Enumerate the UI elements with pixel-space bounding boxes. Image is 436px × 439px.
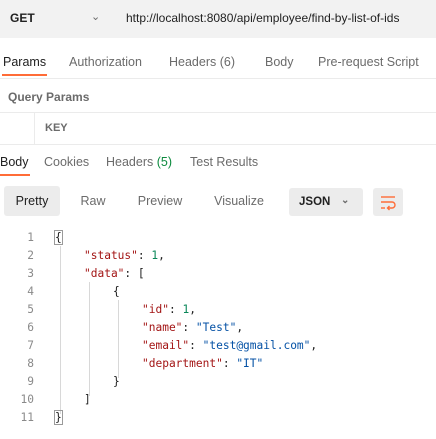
object-open-brace: { (113, 285, 120, 298)
json-key: "department" (142, 357, 223, 370)
column-divider (34, 112, 35, 144)
object-close-brace: } (113, 375, 120, 388)
chevron-down-icon: ⌄ (341, 195, 350, 206)
method-select[interactable]: GET (10, 11, 35, 25)
view-raw-button[interactable]: Raw (70, 186, 116, 216)
json-key: "id" (142, 303, 169, 316)
tab-authorization[interactable]: Authorization (69, 55, 142, 69)
tab-test-results[interactable]: Test Results (190, 155, 258, 169)
line-number: 5 (27, 303, 34, 316)
view-visualize-button[interactable]: Visualize (206, 186, 272, 216)
line-number: 9 (27, 375, 34, 388)
indent-guide (60, 246, 61, 414)
array-close-bracket: ] (84, 393, 91, 406)
format-select[interactable]: JSON ⌄ (289, 188, 363, 216)
tab-cookies[interactable]: Cookies (44, 155, 89, 169)
line-number: 4 (27, 285, 34, 298)
view-pretty-button[interactable]: Pretty (4, 186, 60, 216)
view-preview-button[interactable]: Preview (130, 186, 190, 216)
json-string: "IT" (236, 357, 264, 370)
chevron-down-icon[interactable]: ⌄ (91, 10, 100, 23)
line-number: 1 (27, 231, 34, 244)
active-tab-underline (2, 74, 47, 76)
json-key: "data" (84, 267, 125, 280)
line-number: 3 (27, 267, 34, 280)
url-input[interactable]: http://localhost:8080/api/employee/find-… (126, 11, 399, 25)
tab-headers[interactable]: Headers (6) (169, 55, 235, 69)
tab-response-body[interactable]: Body (0, 155, 29, 169)
wrap-lines-icon (381, 196, 396, 211)
tab-response-headers[interactable]: Headers (5) (106, 155, 172, 169)
json-key: "email" (142, 339, 190, 352)
line-number: 10 (20, 393, 34, 406)
headers-label: Headers (106, 155, 154, 169)
headers-count: (5) (156, 155, 173, 169)
active-tab-underline (0, 174, 30, 176)
line-number: 6 (27, 321, 34, 334)
tab-pre-request-script[interactable]: Pre-request Script (318, 55, 419, 69)
wrap-lines-button[interactable] (373, 188, 403, 216)
divider (0, 78, 436, 79)
json-line-data: "data": [ (84, 267, 145, 280)
close-brace: } (54, 410, 63, 425)
json-key: "name" (142, 321, 183, 334)
query-params-title: Query Params (8, 90, 90, 104)
tab-params[interactable]: Params (3, 55, 46, 69)
json-string: "test@gmail.com" (202, 339, 311, 352)
line-number: 11 (20, 411, 34, 424)
indent-guide (118, 300, 119, 378)
json-line-department: "department": "IT" (142, 357, 264, 370)
format-select-label: JSON (299, 196, 331, 208)
line-number: 8 (27, 357, 34, 370)
json-line-email: "email": "test@gmail.com", (142, 339, 318, 352)
key-column-header: KEY (45, 122, 68, 134)
json-line-id: "id": 1, (142, 303, 196, 316)
json-line-status: "status": 1, (84, 249, 165, 262)
json-line-name: "name": "Test", (142, 321, 244, 334)
json-string: "Test" (195, 321, 237, 334)
tab-body[interactable]: Body (265, 55, 294, 69)
json-key: "status" (84, 249, 138, 262)
line-number: 7 (27, 339, 34, 352)
indent-guide (89, 282, 90, 396)
line-number: 2 (27, 249, 34, 262)
open-brace: { (54, 230, 63, 245)
